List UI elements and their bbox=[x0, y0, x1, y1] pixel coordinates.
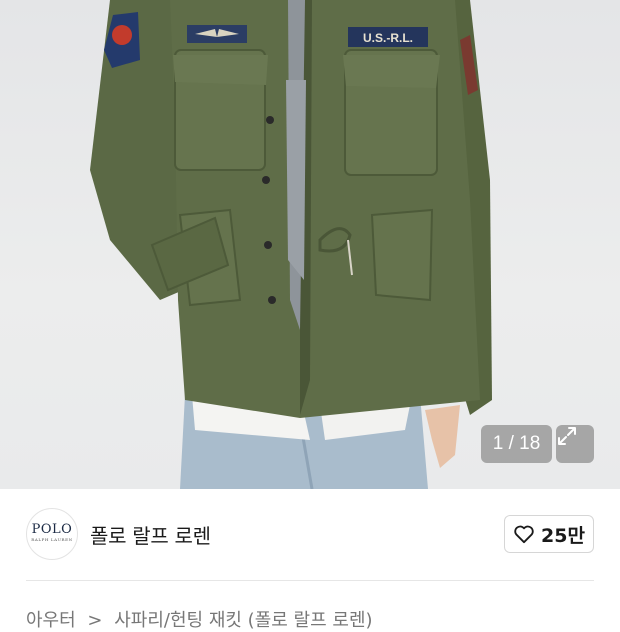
brand-row: POLO RALPH LAUREN 폴로 랄프 로렌 25만 bbox=[0, 489, 620, 581]
like-count: 25만 bbox=[541, 524, 585, 547]
brand-name[interactable]: 폴로 랄프 로렌 bbox=[90, 520, 211, 549]
breadcrumb-category[interactable]: 아우터 bbox=[26, 610, 76, 631]
brand-logo[interactable]: POLO RALPH LAUREN bbox=[26, 508, 78, 560]
like-button[interactable]: 25만 bbox=[504, 515, 594, 553]
logo-text: POLO bbox=[31, 522, 73, 537]
image-page-counter: 1 / 18 bbox=[481, 425, 552, 463]
breadcrumb-item[interactable]: 사파리/헌팅 재킷 (폴로 랄프 로렌) bbox=[114, 610, 372, 631]
logo-subtext: RALPH LAUREN bbox=[31, 537, 73, 542]
jacket-photo: U.S.-R.L. bbox=[90, 0, 492, 489]
expand-image-button[interactable] bbox=[556, 425, 594, 463]
breadcrumb: 아우터 > 사파리/헌팅 재킷 (폴로 랄프 로렌) bbox=[26, 606, 379, 632]
patch-text: U.S.-R.L. bbox=[363, 31, 413, 45]
expand-icon bbox=[558, 427, 576, 445]
breadcrumb-separator: > bbox=[87, 610, 103, 631]
heart-icon bbox=[514, 525, 534, 544]
divider bbox=[26, 580, 594, 581]
product-image[interactable]: U.S.-R.L. 1 / 18 bbox=[0, 0, 620, 489]
